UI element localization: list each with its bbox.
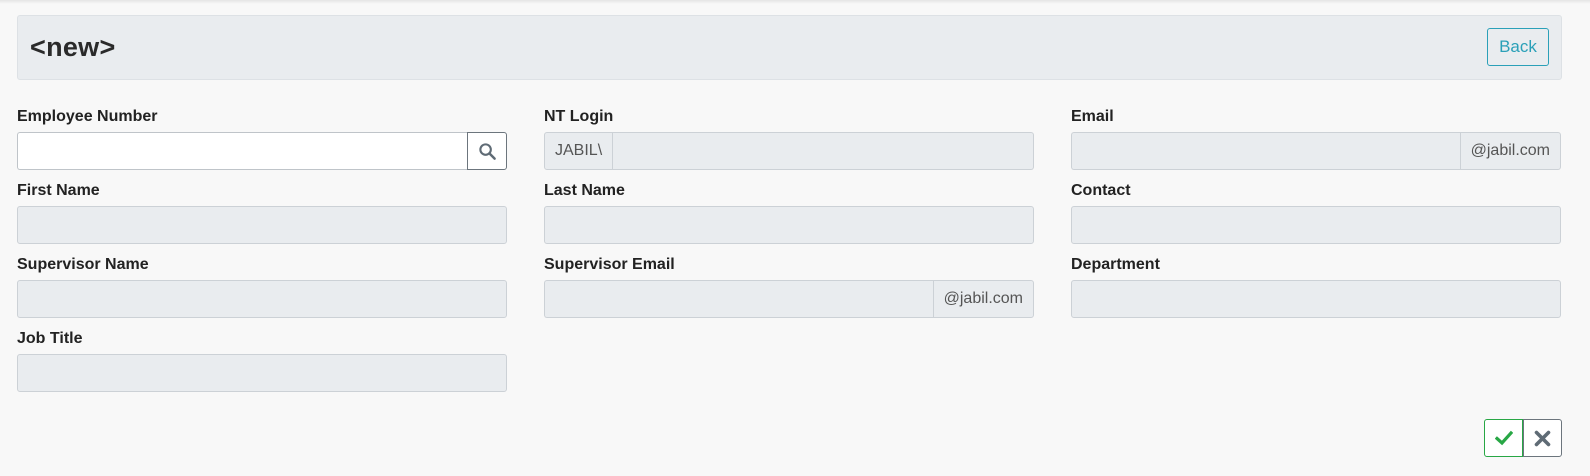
department-input-group [1071, 280, 1561, 318]
employee-number-input[interactable] [17, 132, 467, 170]
supervisor-email-suffix: @jabil.com [932, 280, 1034, 318]
email-input[interactable] [1071, 132, 1460, 170]
last-name-field: Last Name [544, 182, 1034, 244]
top-shadow [0, 0, 1590, 4]
last-name-input[interactable] [544, 206, 1034, 244]
last-name-label: Last Name [544, 182, 625, 199]
confirm-button[interactable] [1484, 419, 1523, 457]
form-actions [1484, 419, 1562, 457]
department-field: Department [1071, 256, 1561, 318]
job-title-input[interactable] [17, 354, 507, 392]
first-name-field: First Name [17, 182, 507, 244]
contact-input-group [1071, 206, 1561, 244]
supervisor-name-input-group [17, 280, 507, 318]
back-button[interactable]: Back [1487, 28, 1549, 66]
email-suffix: @jabil.com [1459, 132, 1561, 170]
job-title-input-group [17, 354, 507, 392]
supervisor-name-field: Supervisor Name [17, 256, 507, 318]
contact-label: Contact [1071, 182, 1131, 199]
employee-search-button[interactable] [467, 132, 507, 170]
last-name-input-group [544, 206, 1034, 244]
search-icon [478, 142, 496, 160]
email-field: Email @jabil.com [1071, 108, 1561, 170]
cancel-button[interactable] [1523, 419, 1562, 457]
check-icon [1494, 430, 1513, 446]
contact-input[interactable] [1071, 206, 1561, 244]
department-input[interactable] [1071, 280, 1561, 318]
first-name-input[interactable] [17, 206, 507, 244]
supervisor-name-label: Supervisor Name [17, 256, 149, 273]
nt-login-field: NT Login JABIL\ [544, 108, 1034, 170]
nt-login-prefix: JABIL\ [544, 132, 614, 170]
email-input-group: @jabil.com [1071, 132, 1561, 170]
job-title-field: Job Title [17, 330, 507, 392]
close-icon [1534, 430, 1551, 446]
email-label: Email [1071, 108, 1114, 125]
first-name-input-group [17, 206, 507, 244]
supervisor-name-input[interactable] [17, 280, 507, 318]
nt-login-input-group: JABIL\ [544, 132, 1034, 170]
supervisor-email-input[interactable] [544, 280, 933, 318]
nt-login-label: NT Login [544, 108, 614, 125]
employee-number-field: Employee Number [17, 108, 507, 170]
employee-number-input-group [17, 132, 507, 170]
supervisor-email-field: Supervisor Email @jabil.com [544, 256, 1034, 318]
page-title: <new> [30, 32, 116, 62]
nt-login-input[interactable] [613, 132, 1034, 170]
department-label: Department [1071, 256, 1160, 273]
first-name-label: First Name [17, 182, 100, 199]
supervisor-email-label: Supervisor Email [544, 256, 675, 273]
contact-field: Contact [1071, 182, 1561, 244]
job-title-label: Job Title [17, 330, 83, 347]
employee-number-label: Employee Number [17, 108, 158, 125]
page-header: <new> Back [17, 15, 1562, 80]
supervisor-email-input-group: @jabil.com [544, 280, 1034, 318]
